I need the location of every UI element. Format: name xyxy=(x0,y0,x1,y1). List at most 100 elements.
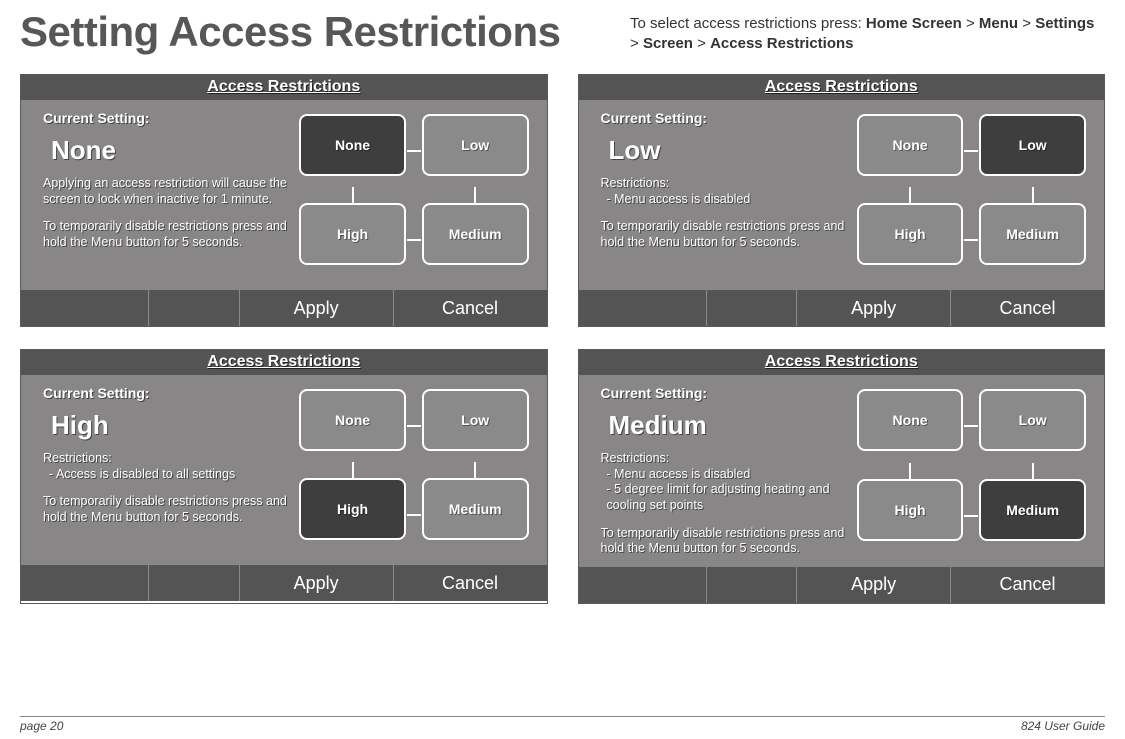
access-restrictions-panel: Access Restrictions Current Setting: Low Re… xyxy=(578,74,1106,327)
apply-button[interactable]: Apply xyxy=(796,567,950,603)
panel-info: Current Setting: Medium Restrictions:Menu … xyxy=(601,385,853,557)
breadcrumb-segment: Menu xyxy=(979,15,1018,32)
current-setting-label: Current Setting: xyxy=(601,385,853,403)
footer-spacer xyxy=(706,567,796,603)
breadcrumb-segment: Settings xyxy=(1035,15,1094,32)
current-setting-label: Current Setting: xyxy=(43,110,295,128)
access-restrictions-panel: Access RestrictionsCurrent Setting:NoneA… xyxy=(20,74,548,327)
panel-title: Access Restrictions xyxy=(579,75,1105,100)
panel-title: Access Restrictions xyxy=(579,350,1105,375)
option-low-button[interactable]: Low xyxy=(979,114,1086,176)
option-high-button[interactable]: High xyxy=(857,479,964,541)
breadcrumb-segment: Home Screen xyxy=(866,15,962,32)
connector-vertical xyxy=(299,187,406,203)
page-number: page 20 xyxy=(20,719,63,733)
connector-vertical xyxy=(857,463,964,479)
option-grid: None Low High Medium xyxy=(295,385,532,555)
option-none-button[interactable]: None xyxy=(299,114,406,176)
breadcrumb-segment: Access Restrictions xyxy=(710,35,853,52)
footer-spacer xyxy=(148,290,238,326)
breadcrumb-separator: > xyxy=(1018,15,1035,32)
restriction-item: Access is disabled to all settings xyxy=(49,467,295,483)
breadcrumb-separator: > xyxy=(630,35,643,52)
panel-footer: ApplyCancel xyxy=(579,567,1105,603)
connector-vertical xyxy=(422,462,529,478)
restriction-item: 5 degree limit for adjusting heating and… xyxy=(607,482,853,513)
current-setting-value: Low xyxy=(609,134,853,167)
panel-info: Current Setting:NoneApplying an access r… xyxy=(43,110,295,280)
connector-horizontal xyxy=(406,389,422,462)
current-setting-value: None xyxy=(51,134,295,167)
option-none-button[interactable]: None xyxy=(857,389,964,451)
restrictions-title: Restrictions: xyxy=(601,451,853,467)
current-setting-value: Medium xyxy=(609,409,853,442)
option-high-button[interactable]: High xyxy=(299,203,406,265)
option-medium-button[interactable]: Medium xyxy=(979,203,1086,265)
option-high-button[interactable]: High xyxy=(857,203,964,265)
option-medium-button[interactable]: Medium xyxy=(422,203,529,265)
access-restrictions-panel: Access RestrictionsCurrent Setting:HighR… xyxy=(20,349,548,604)
connector-vertical xyxy=(299,462,406,478)
option-none-button[interactable]: None xyxy=(299,389,406,451)
footer-spacer xyxy=(579,290,706,326)
connector-horizontal xyxy=(963,389,979,463)
connector-horizontal xyxy=(406,203,422,276)
option-grid: NoneLowHighMedium xyxy=(853,110,1090,280)
connector-spacer xyxy=(963,463,979,479)
current-setting-label: Current Setting: xyxy=(601,110,853,128)
connector-spacer xyxy=(963,187,979,203)
connector-vertical xyxy=(979,187,1086,203)
option-high-button[interactable]: High xyxy=(299,478,406,540)
cancel-button[interactable]: Cancel xyxy=(393,290,547,326)
disable-note: To temporarily disable restrictions pres… xyxy=(43,494,295,525)
guide-label: 824 User Guide xyxy=(1021,719,1105,733)
connector-horizontal xyxy=(963,203,979,276)
panel-footer: ApplyCancel xyxy=(21,565,547,601)
footer-spacer xyxy=(148,565,238,601)
nav-prefix: To select access restrictions press: xyxy=(630,15,866,32)
page-footer: page 20 824 User Guide xyxy=(20,716,1105,733)
nav-instructions: To select access restrictions press: Hom… xyxy=(630,8,1105,55)
current-setting-label: Current Setting: xyxy=(43,385,295,403)
option-grid: None Low High Medium xyxy=(295,110,532,280)
connector-horizontal xyxy=(963,479,979,553)
panel-title: Access Restrictions xyxy=(21,350,547,375)
connector-vertical xyxy=(979,463,1086,479)
connector-vertical xyxy=(422,187,529,203)
disable-note: To temporarily disable restrictions pres… xyxy=(43,219,295,250)
restriction-item: Menu access is disabled xyxy=(607,467,853,483)
option-none-button[interactable]: None xyxy=(857,114,964,176)
option-medium-button[interactable]: Medium xyxy=(979,479,1086,541)
connector-spacer xyxy=(406,187,422,203)
connector-horizontal xyxy=(406,114,422,187)
access-restrictions-panel: Access Restrictions Current Setting: Mediu… xyxy=(578,349,1106,604)
restrictions-list: Restrictions:Menu access is disabled xyxy=(601,176,853,207)
connector-vertical xyxy=(857,187,964,203)
restrictions-title: Restrictions: xyxy=(601,176,853,192)
option-low-button[interactable]: Low xyxy=(422,114,529,176)
cancel-button[interactable]: Cancel xyxy=(950,290,1104,326)
option-low-button[interactable]: Low xyxy=(979,389,1086,451)
connector-horizontal xyxy=(406,478,422,551)
breadcrumb-separator: > xyxy=(693,35,710,52)
restrictions-title: Restrictions: xyxy=(43,451,295,467)
apply-button[interactable]: Apply xyxy=(239,565,393,601)
option-medium-button[interactable]: Medium xyxy=(422,478,529,540)
cancel-button[interactable]: Cancel xyxy=(950,567,1104,603)
apply-button[interactable]: Apply xyxy=(796,290,950,326)
page-title: Setting Access Restrictions xyxy=(20,8,560,56)
cancel-button[interactable]: Cancel xyxy=(393,565,547,601)
footer-spacer xyxy=(579,567,706,603)
footer-spacer xyxy=(21,565,148,601)
panel-title: Access Restrictions xyxy=(21,75,547,100)
restrictions-list: Restrictions:Access is disabled to all s… xyxy=(43,451,295,482)
option-grid: NoneLowHighMedium xyxy=(853,385,1090,557)
footer-spacer xyxy=(21,290,148,326)
panel-info: Current Setting: Low Restrictions:Menu acc… xyxy=(601,110,853,280)
option-low-button[interactable]: Low xyxy=(422,389,529,451)
restriction-item: Menu access is disabled xyxy=(607,192,853,208)
restrictions-list: Restrictions:Menu access is disabled5 de… xyxy=(601,451,853,514)
apply-button[interactable]: Apply xyxy=(239,290,393,326)
footer-spacer xyxy=(706,290,796,326)
current-setting-value: High xyxy=(51,409,295,442)
